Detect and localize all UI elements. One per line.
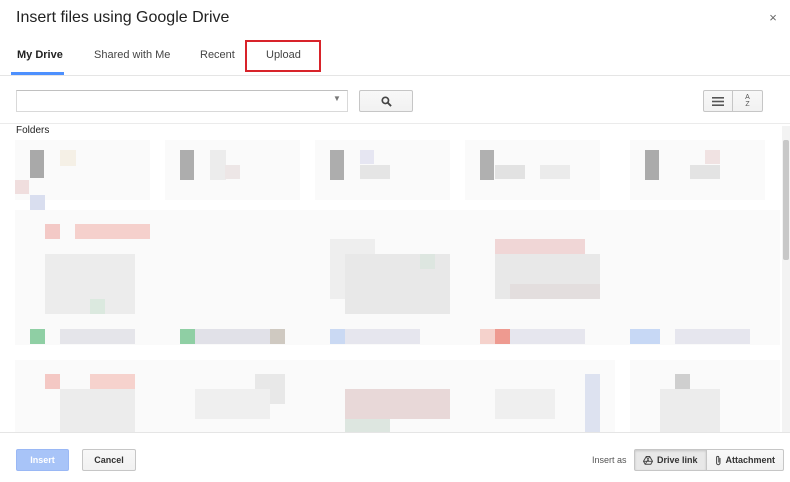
drive-link-button[interactable]: Drive link [634,449,707,471]
folder-tile[interactable] [15,140,150,200]
sort-az-icon-bottom: Z [745,101,750,108]
file-tile[interactable] [315,360,465,432]
divider [0,123,790,124]
dialog-footer: Insert Cancel Insert as Drive link Attac… [0,432,790,482]
insert-files-dialog: Insert files using Google Drive × My Dri… [0,0,790,482]
cancel-button[interactable]: Cancel [82,449,136,471]
scrollbar[interactable] [782,126,790,432]
folder-tile[interactable] [315,140,450,200]
section-label: Folders [16,125,50,136]
list-view-icon [712,96,724,106]
attachment-label: Attachment [725,455,776,465]
active-tab-indicator [11,72,64,75]
sort-az-icon-top: A [745,94,750,101]
search-icon [380,95,392,107]
upload-tab-highlight [245,40,321,72]
paperclip-icon [715,455,721,465]
sort-button[interactable]: A Z [733,90,763,112]
tab-my-drive[interactable]: My Drive [17,49,63,61]
file-tile[interactable] [165,210,315,345]
folder-tile[interactable] [165,140,300,200]
folder-tile[interactable] [465,140,600,200]
file-tile[interactable] [465,360,615,432]
insert-as-toggle: Drive link Attachment [634,449,785,471]
file-grid [15,140,780,432]
file-tile[interactable] [465,210,630,345]
file-tile[interactable] [630,360,780,432]
shared-badge [30,195,45,210]
tab-bar: My Drive Shared with Me Recent Upload [0,38,790,76]
file-tile[interactable] [165,360,315,432]
close-icon[interactable]: × [766,10,780,25]
tab-shared-with-me[interactable]: Shared with Me [94,49,170,61]
file-tile[interactable] [630,210,780,345]
insert-button[interactable]: Insert [16,449,69,471]
view-controls: A Z [703,90,763,112]
scrollbar-thumb[interactable] [783,140,789,260]
attachment-button[interactable]: Attachment [706,449,785,471]
folder-tile[interactable] [630,140,765,200]
file-tile[interactable] [15,210,165,345]
dialog-title: Insert files using Google Drive [16,9,230,26]
insert-as-label: Insert as [592,455,627,465]
drive-icon [643,455,653,465]
tab-recent[interactable]: Recent [200,49,235,61]
file-tile[interactable] [15,360,165,432]
drive-link-label: Drive link [657,455,698,465]
file-tile[interactable] [315,210,465,345]
search-input[interactable] [16,90,348,112]
list-view-button[interactable] [703,90,733,112]
search-button[interactable] [359,90,413,112]
